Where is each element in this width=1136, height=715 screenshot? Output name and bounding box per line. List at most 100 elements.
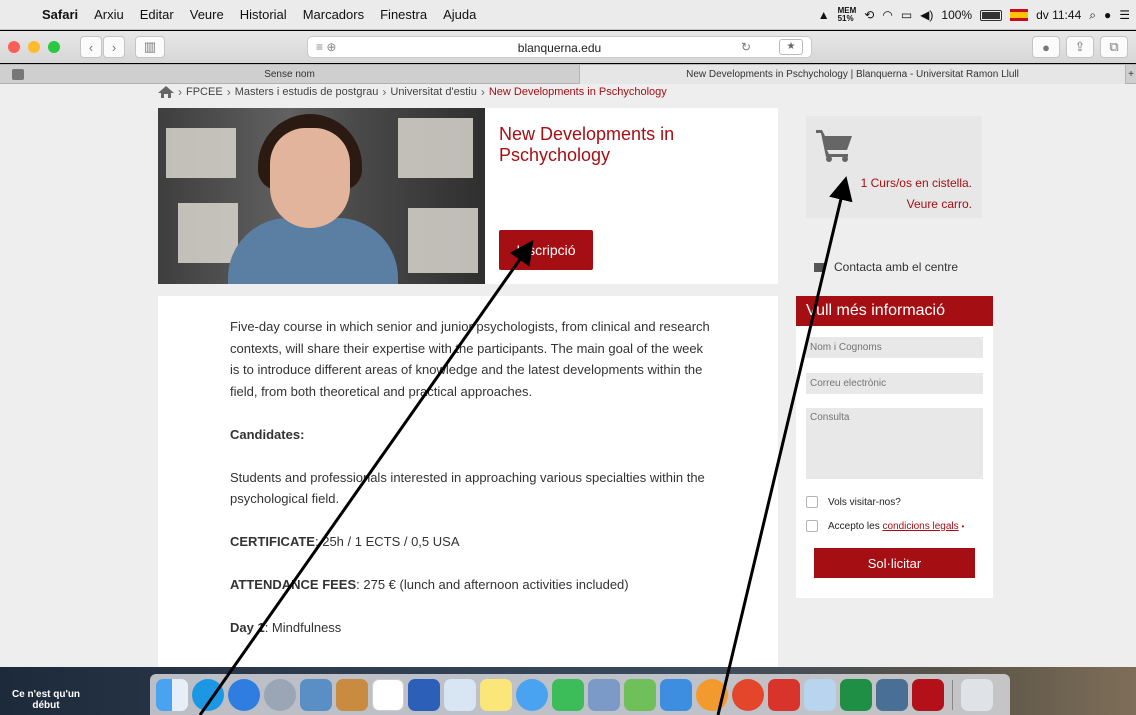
volume-icon[interactable]: ◀) bbox=[920, 8, 933, 22]
submit-button[interactable]: Sol·licitar bbox=[814, 548, 975, 578]
cart-icon[interactable] bbox=[816, 128, 852, 162]
launchpad-icon[interactable] bbox=[264, 678, 296, 711]
form-header: Vull més informació bbox=[796, 296, 993, 326]
inscripcio-button[interactable]: Inscripció bbox=[499, 230, 593, 270]
menu-finestra[interactable]: Finestra bbox=[372, 7, 435, 22]
back-button[interactable]: ‹ bbox=[80, 36, 102, 58]
candidates-heading: Candidates: bbox=[230, 426, 305, 442]
share-button[interactable]: ⇪ bbox=[1066, 36, 1094, 58]
tab-icon bbox=[12, 69, 24, 80]
messages-icon[interactable] bbox=[516, 678, 548, 711]
home-icon[interactable] bbox=[158, 86, 174, 98]
safari-icon[interactable] bbox=[228, 678, 260, 711]
menu-historial[interactable]: Historial bbox=[232, 7, 295, 22]
siri-icon[interactable]: ● bbox=[1104, 8, 1111, 22]
time-machine-icon[interactable]: ⟲ bbox=[864, 8, 874, 22]
translate-icon[interactable] bbox=[804, 678, 836, 711]
facetime-icon[interactable] bbox=[552, 678, 584, 711]
close-window-button[interactable] bbox=[8, 41, 20, 53]
day1-text: : Mindfulness bbox=[264, 620, 342, 635]
airplay-icon[interactable]: ▭ bbox=[901, 8, 912, 22]
tab-label: Sense nom bbox=[264, 69, 315, 80]
calendar-icon[interactable] bbox=[372, 678, 404, 711]
sidebar-icon: ▥ bbox=[143, 39, 157, 54]
acrobat-icon[interactable] bbox=[912, 678, 944, 711]
visit-checkbox[interactable] bbox=[806, 496, 818, 508]
google-drive-icon[interactable]: ▲ bbox=[818, 8, 830, 22]
name-field[interactable] bbox=[806, 337, 983, 358]
photo-app-icon[interactable] bbox=[300, 678, 332, 711]
page-title: New Developments in Pschychology bbox=[499, 124, 675, 165]
sidebar-button[interactable]: ▥ bbox=[135, 36, 165, 58]
battery-icon[interactable] bbox=[980, 9, 1003, 21]
menu-app-safari[interactable]: Safari bbox=[34, 7, 86, 22]
textedit-icon[interactable] bbox=[588, 678, 620, 711]
battery-percent[interactable]: 100% bbox=[941, 8, 972, 22]
menu-editar[interactable]: Editar bbox=[132, 7, 182, 22]
tab-sense-nom[interactable]: Sense nom bbox=[0, 65, 580, 84]
reload-icon[interactable]: ↻ bbox=[741, 40, 751, 54]
forward-button[interactable]: › bbox=[103, 36, 125, 58]
breadcrumb: › FPCEE › Masters i estudis de postgrau … bbox=[158, 85, 667, 99]
tabs-overview-button[interactable]: ⧉ bbox=[1100, 36, 1128, 58]
required-mark: • bbox=[961, 521, 965, 531]
breadcrumb-current: New Developments in Pschychology bbox=[488, 86, 667, 98]
email-field[interactable] bbox=[806, 373, 983, 394]
minimize-window-button[interactable] bbox=[28, 41, 40, 53]
menu-veure[interactable]: Veure bbox=[182, 7, 232, 22]
ibooks-icon[interactable] bbox=[696, 678, 728, 711]
numbers-icon[interactable] bbox=[624, 678, 656, 711]
powerpoint-icon[interactable] bbox=[768, 678, 800, 711]
zoom-window-button[interactable] bbox=[48, 41, 60, 53]
finder-icon[interactable] bbox=[156, 678, 188, 711]
breadcrumb-masters[interactable]: Masters i estudis de postgrau bbox=[235, 86, 379, 98]
cart-count-link[interactable]: 1 Curs/os en cistella. bbox=[861, 173, 972, 194]
menu-arxiu[interactable]: Arxiu bbox=[86, 7, 132, 22]
view-cart-link[interactable]: Veure carro. bbox=[861, 194, 972, 215]
address-bar[interactable]: ≡ ⊕ blanquerna.edu ↻ ★ bbox=[307, 36, 812, 58]
input-source-flag-icon[interactable] bbox=[1010, 9, 1029, 21]
breadcrumb-universitat-estiu[interactable]: Universitat d'estiu bbox=[390, 86, 476, 98]
tab-label: New Developments in Pschychology | Blanq… bbox=[686, 69, 1019, 80]
certificate-label: CERTIFICATE bbox=[230, 534, 315, 549]
spotlight-icon[interactable]: ⌕ bbox=[1089, 8, 1096, 23]
wifi-icon[interactable]: ◠ bbox=[882, 8, 892, 22]
notification-center-icon[interactable]: ☰ bbox=[1119, 8, 1130, 22]
trash-icon[interactable] bbox=[961, 678, 993, 711]
bookmark-star-icon[interactable]: ★ bbox=[779, 39, 803, 55]
contact-link[interactable]: Contacta amb el centre bbox=[814, 260, 958, 274]
query-field[interactable] bbox=[806, 408, 983, 479]
preview-icon[interactable] bbox=[444, 678, 476, 711]
downloads-button[interactable]: ● bbox=[1032, 36, 1060, 58]
menu-marcadors[interactable]: Marcadors bbox=[295, 7, 372, 22]
day1-label: Day 1 bbox=[230, 620, 265, 635]
info-request-form: Vull més informació Vols visitar-nos? Ac… bbox=[796, 296, 993, 598]
breadcrumb-fpcee[interactable]: FPCEE bbox=[186, 86, 223, 98]
contact-label: Contacta amb el centre bbox=[834, 260, 959, 274]
keynote-icon[interactable] bbox=[660, 678, 692, 711]
mem-indicator[interactable]: MEM 51% bbox=[838, 7, 857, 23]
chrome-icon[interactable] bbox=[732, 678, 764, 711]
accept-checkbox-row: Accepto les condicions legals • bbox=[806, 520, 964, 532]
excel-icon[interactable] bbox=[840, 678, 872, 711]
visit-label: Vols visitar-nos? bbox=[828, 496, 901, 508]
safari-toolbar: ‹ › ▥ ≡ ⊕ blanquerna.edu ↻ ★ ● ⇪ ⧉ bbox=[0, 31, 1136, 63]
menu-ajuda[interactable]: Ajuda bbox=[435, 7, 484, 22]
notes-icon[interactable] bbox=[480, 678, 512, 711]
clock[interactable]: dv 11:44 bbox=[1036, 8, 1081, 22]
legal-conditions-link[interactable]: condicions legals bbox=[882, 521, 958, 532]
skype-icon[interactable] bbox=[192, 678, 224, 711]
accept-checkbox[interactable] bbox=[806, 520, 818, 532]
system-tool-icon[interactable] bbox=[876, 678, 908, 711]
fees-label: ATTENDANCE FEES bbox=[230, 577, 357, 592]
new-tab-button[interactable]: + bbox=[1126, 65, 1136, 84]
certificate-text: : 25h / 1 ECTS / 0,5 USA bbox=[314, 534, 460, 549]
desktop-note: Ce n'est qu'un début bbox=[11, 689, 81, 711]
accept-label: Accepto les bbox=[828, 520, 880, 532]
word-icon[interactable] bbox=[408, 678, 440, 711]
course-photo bbox=[158, 108, 485, 284]
tab-blanquerna[interactable]: New Developments in Pschychology | Blanq… bbox=[580, 65, 1126, 84]
contacts-icon[interactable] bbox=[336, 678, 368, 711]
share-icon: ⇪ bbox=[1074, 39, 1086, 54]
tabs-icon: ⧉ bbox=[1109, 39, 1119, 54]
